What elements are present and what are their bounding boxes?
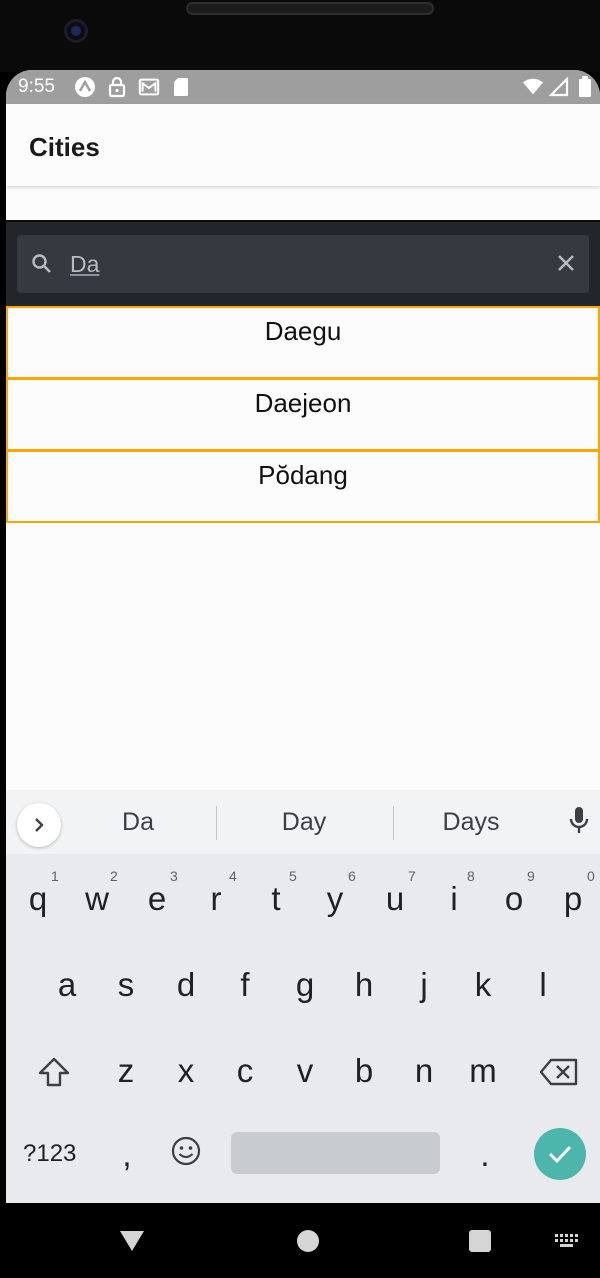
microphone-icon[interactable]: [568, 806, 590, 841]
battery-icon: [574, 76, 596, 98]
suggestion-strip: Da Day Days: [6, 790, 600, 854]
list-item-label: Daejeon: [254, 388, 352, 418]
key-hint-9: 9: [527, 868, 535, 884]
mail-icon: [138, 76, 160, 98]
key-k[interactable]: k: [458, 966, 508, 1004]
key-hint-0: 0: [587, 868, 595, 884]
key-c[interactable]: c: [220, 1052, 270, 1090]
list-item[interactable]: Daejeon: [6, 378, 600, 451]
home-icon[interactable]: [292, 1225, 324, 1257]
key-n[interactable]: n: [399, 1052, 449, 1090]
key-hint-6: 6: [348, 868, 356, 884]
suggestion-divider: [393, 806, 394, 840]
app-notification-icon: [74, 76, 96, 98]
key-j[interactable]: j: [399, 966, 449, 1004]
key-e[interactable]: e: [132, 880, 182, 918]
key-f[interactable]: f: [220, 966, 270, 1004]
status-time: 9:55: [18, 76, 55, 97]
key-comma[interactable]: ,: [102, 1136, 152, 1174]
suggestion-3[interactable]: Days: [431, 808, 511, 837]
keyboard-switch-icon[interactable]: [552, 1227, 582, 1255]
key-m[interactable]: m: [458, 1052, 508, 1090]
key-hint-2: 2: [110, 868, 118, 884]
list-item[interactable]: Pŏdang: [6, 450, 600, 523]
list-item[interactable]: Daegu: [6, 306, 600, 379]
key-s[interactable]: s: [101, 966, 151, 1004]
backspace-icon[interactable]: [536, 1054, 582, 1090]
city-result-list: Daegu Daejeon Pŏdang: [6, 306, 600, 523]
system-status-icons: [522, 76, 596, 98]
notification-icons: [74, 76, 192, 98]
list-item-label: Pŏdang: [258, 460, 348, 490]
lock-icon: [106, 76, 128, 98]
keyboard-expand-button[interactable]: [17, 803, 61, 847]
key-hint-7: 7: [408, 868, 416, 884]
key-p[interactable]: p: [548, 880, 598, 918]
key-h[interactable]: h: [339, 966, 389, 1004]
app-bar: Cities: [6, 104, 600, 186]
key-hint-4: 4: [229, 868, 237, 884]
shift-icon[interactable]: [32, 1052, 76, 1092]
key-period[interactable]: .: [460, 1136, 510, 1174]
key-u[interactable]: u: [370, 880, 420, 918]
key-y[interactable]: y: [310, 880, 360, 918]
key-hint-1: 1: [51, 868, 59, 884]
key-d[interactable]: d: [161, 966, 211, 1004]
key-hint-8: 8: [467, 868, 475, 884]
symbols-key[interactable]: ?123: [23, 1140, 76, 1168]
key-r[interactable]: r: [191, 880, 241, 918]
key-x[interactable]: x: [161, 1052, 211, 1090]
search-query[interactable]: Da: [70, 251, 99, 278]
page-title: Cities: [29, 132, 100, 162]
key-i[interactable]: i: [429, 880, 479, 918]
back-icon[interactable]: [116, 1225, 148, 1257]
sd-card-icon: [170, 76, 192, 98]
device-bezel: [0, 0, 600, 72]
suggestion-divider: [216, 806, 217, 840]
key-t[interactable]: t: [251, 880, 301, 918]
spacebar[interactable]: [231, 1132, 440, 1174]
key-b[interactable]: b: [339, 1052, 389, 1090]
key-w[interactable]: w: [72, 880, 122, 918]
search-bar-container: Da: [6, 220, 600, 306]
search-input[interactable]: Da: [17, 235, 589, 293]
close-icon[interactable]: [555, 252, 577, 279]
suggestion-1[interactable]: Da: [98, 808, 178, 837]
device-screen: 9:55 Cities Da Daegu Daejeon Pŏdang Da D…: [6, 70, 600, 1278]
suggestion-2[interactable]: Day: [264, 808, 344, 837]
key-a[interactable]: a: [42, 966, 92, 1004]
status-bar: 9:55: [6, 70, 600, 104]
emoji-icon[interactable]: [169, 1134, 203, 1168]
key-g[interactable]: g: [280, 966, 330, 1004]
key-hint-3: 3: [170, 868, 178, 884]
signal-icon: [548, 76, 570, 98]
key-hint-5: 5: [289, 868, 297, 884]
enter-button[interactable]: [534, 1128, 586, 1180]
wifi-icon: [522, 76, 544, 98]
key-l[interactable]: l: [518, 966, 568, 1004]
key-v[interactable]: v: [280, 1052, 330, 1090]
key-z[interactable]: z: [101, 1052, 151, 1090]
earpiece-speaker: [186, 2, 434, 15]
search-icon: [31, 253, 53, 280]
key-o[interactable]: o: [489, 880, 539, 918]
front-camera: [64, 19, 88, 43]
list-item-label: Daegu: [264, 316, 342, 346]
recents-icon[interactable]: [464, 1225, 496, 1257]
navigation-bar: [6, 1203, 600, 1278]
soft-keyboard: Da Day Days q w e r t y u i o p 1 2 3 4 …: [6, 790, 600, 1203]
key-q[interactable]: q: [13, 880, 63, 918]
